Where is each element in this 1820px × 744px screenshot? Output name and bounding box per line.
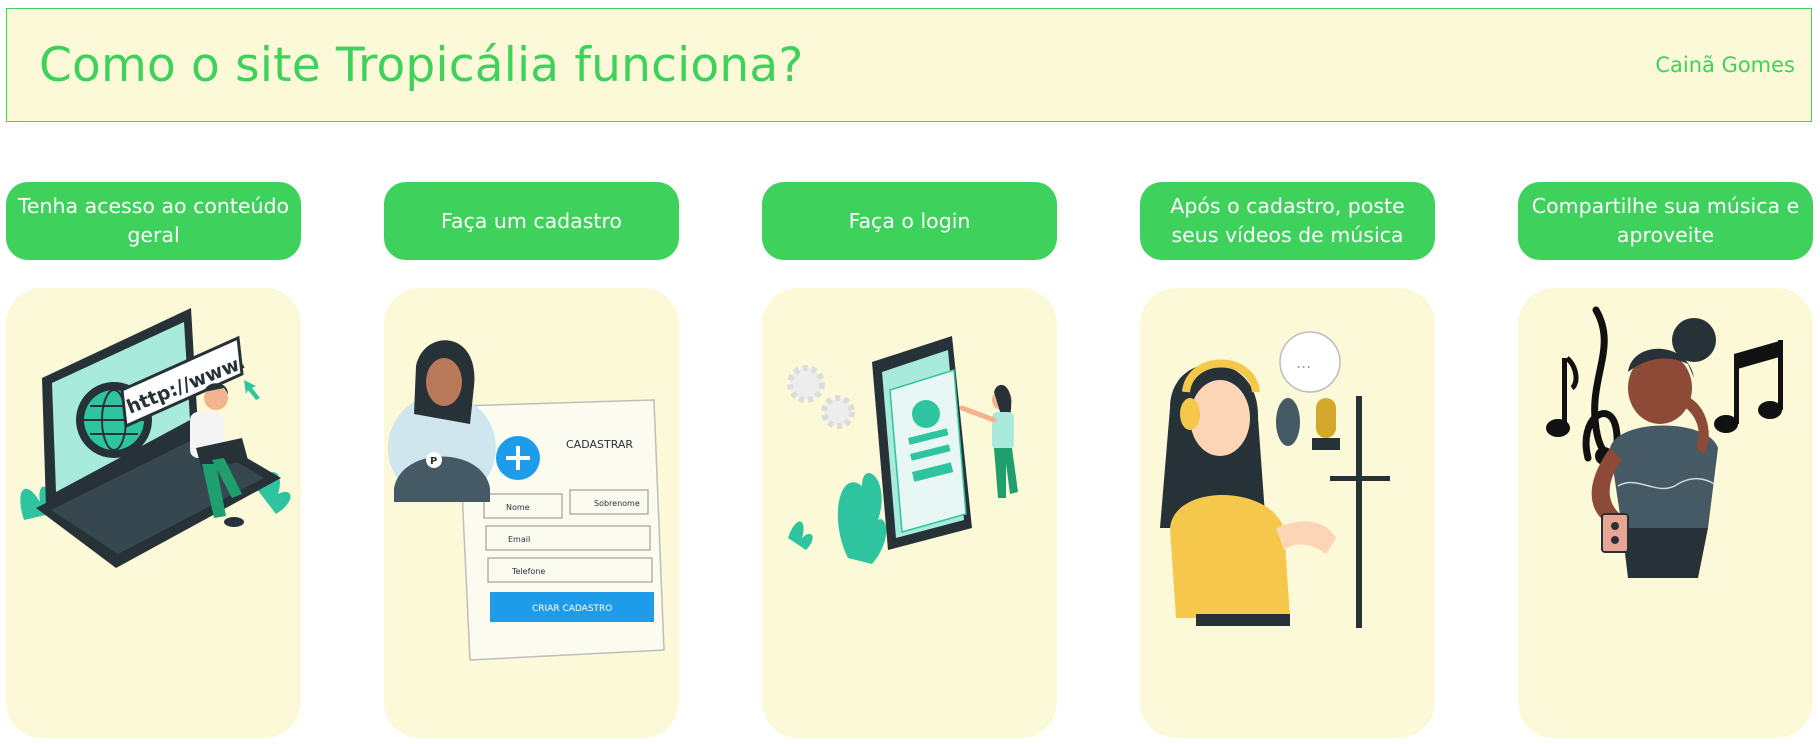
author-name: Cainã Gomes [1655, 53, 1795, 77]
step-3-label: Faça o login [762, 182, 1057, 260]
svg-text:Telefone: Telefone [511, 567, 545, 576]
step-2-label: Faça um cadastro [384, 182, 679, 260]
svg-text:Nome: Nome [506, 503, 530, 512]
svg-text:P: P [430, 456, 437, 467]
signup-form-illustration: CADASTRAR Nome Sobrenome Email Telefone … [388, 340, 665, 661]
step-5-label: Compartilhe sua música e aproveite [1518, 182, 1813, 260]
step-5-card [1518, 288, 1813, 738]
step-4-label: Após o cadastro, poste seus vídeos de mú… [1140, 182, 1435, 260]
step-2-card: CADASTRAR Nome Sobrenome Email Telefone … [384, 288, 679, 738]
svg-text:Email: Email [508, 535, 530, 544]
step-1-label: Tenha acesso ao conteúdo geral [6, 182, 301, 260]
page-title: Como o site Tropicália funciona? [39, 38, 804, 93]
music-listener-illustration [1546, 306, 1783, 578]
svg-text:Sobrenome: Sobrenome [594, 499, 640, 508]
step-3-card [762, 288, 1057, 738]
svg-text:CADASTRAR: CADASTRAR [566, 438, 633, 451]
page-header: Como o site Tropicália funciona? Cainã G… [6, 8, 1812, 122]
singer-microphone-illustration: ... [1160, 331, 1390, 628]
step-4-card: ... [1140, 288, 1435, 738]
svg-text:...: ... [1296, 353, 1311, 372]
step-1-card: http://www. [6, 288, 301, 738]
phone-login-illustration [787, 336, 1018, 564]
svg-text:CRIAR CADASTRO: CRIAR CADASTRO [532, 604, 612, 614]
laptop-browser-illustration: http://www. [20, 308, 291, 568]
